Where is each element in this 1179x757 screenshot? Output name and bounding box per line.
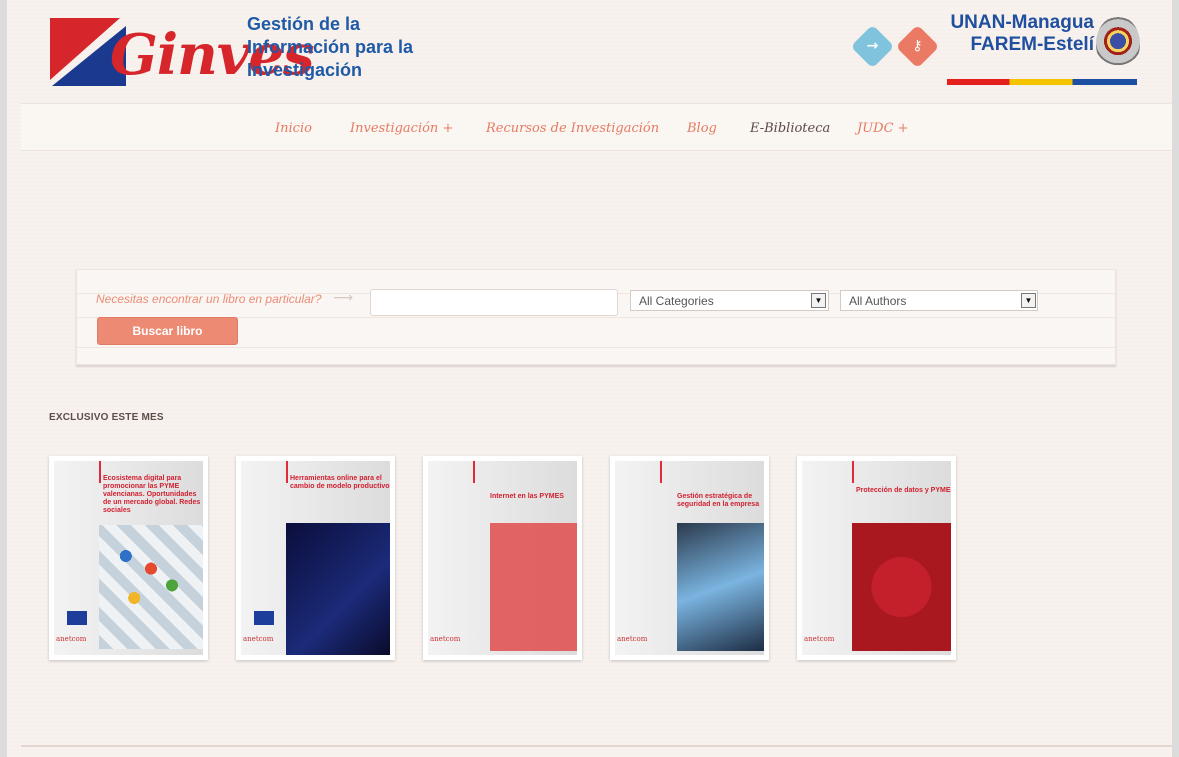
- ginves-logo[interactable]: Ginves: [50, 18, 315, 88]
- footer-divider: [21, 745, 1172, 747]
- nav-item-recursos[interactable]: Recursos de Investigación: [486, 121, 659, 136]
- cover-accent-line: [473, 461, 475, 483]
- book-card[interactable]: Protección de datos y PYMES anetcom: [797, 456, 956, 660]
- nav-item-e-biblioteca[interactable]: E-Biblioteca: [750, 121, 830, 136]
- categories-selected-value: All Categories: [639, 294, 714, 308]
- publisher-name: anetcom: [617, 635, 648, 643]
- cover-illustration: [677, 523, 764, 651]
- book-card[interactable]: Gestión estratégica de seguridad en la e…: [610, 456, 769, 660]
- login-button[interactable]: →: [850, 24, 895, 69]
- university-name[interactable]: UNAN-Managua FAREM-Estelí: [944, 12, 1094, 56]
- search-hint: Necesitas encontrar un libro en particul…: [96, 292, 322, 306]
- book-card[interactable]: Herramientas online para el cambio de mo…: [236, 456, 395, 660]
- cover-illustration: [286, 523, 390, 655]
- cover-accent-line: [852, 461, 854, 483]
- university-line-1: UNAN-Managua: [950, 12, 1094, 33]
- nicaragua-flag-bar: [947, 79, 1137, 85]
- window-right-border: [1172, 0, 1179, 757]
- arrow-right-icon: ⟶: [333, 289, 354, 305]
- chevron-down-icon[interactable]: ▼: [811, 293, 826, 308]
- cover-accent-line: [660, 461, 662, 483]
- authors-selected-value: All Authors: [849, 294, 907, 308]
- search-book-button[interactable]: Buscar libro: [97, 317, 238, 345]
- cover-illustration: [99, 525, 203, 649]
- book-title: Internet en las PYMES: [490, 493, 564, 500]
- nav-item-inicio[interactable]: Inicio: [275, 121, 312, 136]
- book-cover[interactable]: Ecosistema digital para promocionar las …: [54, 461, 203, 655]
- cover-illustration: [852, 523, 951, 651]
- nav-item-judc[interactable]: JUDC +: [857, 121, 909, 136]
- eu-flag-icon: [67, 611, 87, 625]
- publisher-name: anetcom: [56, 635, 87, 643]
- sign-in-icon: →: [866, 38, 879, 54]
- section-heading: EXCLUSIVO ESTE MES: [49, 412, 164, 423]
- book-card[interactable]: Internet en las PYMES anetcom: [423, 456, 582, 660]
- publisher-name: anetcom: [243, 635, 274, 643]
- book-card[interactable]: Ecosistema digital para promocionar las …: [49, 456, 208, 660]
- site-title-line-2: Información para la: [247, 37, 414, 57]
- search-button[interactable]: ⚷: [895, 24, 940, 69]
- university-line-2: FAREM-Estelí: [970, 34, 1094, 55]
- panel-divider: [77, 347, 1115, 348]
- cover-illustration: [490, 523, 577, 651]
- book-title: Gestión estratégica de seguridad en la e…: [677, 493, 760, 508]
- key-icon: ⚷: [912, 38, 923, 54]
- site-title-line-3: Investigación: [247, 60, 363, 80]
- eu-flag-icon: [254, 611, 274, 625]
- book-title: Protección de datos y PYMES: [856, 487, 951, 494]
- page-background: Ginves Gestión de la Información para la…: [7, 0, 1172, 757]
- book-cover[interactable]: Gestión estratégica de seguridad en la e…: [615, 461, 764, 655]
- publisher-name: anetcom: [430, 635, 461, 643]
- cover-accent-line: [99, 461, 101, 483]
- cover-accent-line: [286, 461, 288, 483]
- authors-select[interactable]: All Authors ▼: [840, 290, 1038, 311]
- site-title-line-1: Gestión de la: [247, 14, 361, 34]
- nav-item-investigacion[interactable]: Investigación +: [350, 121, 453, 136]
- site-title[interactable]: Gestión de la Información para la Invest…: [247, 13, 447, 82]
- publisher-name: anetcom: [804, 635, 835, 643]
- book-cover[interactable]: Protección de datos y PYMES anetcom: [802, 461, 951, 655]
- university-seal-icon: [1096, 16, 1140, 72]
- categories-select[interactable]: All Categories ▼: [630, 290, 829, 311]
- nav-item-blog[interactable]: Blog: [687, 121, 717, 136]
- book-search-input[interactable]: [370, 289, 618, 316]
- window-left-border: [0, 0, 7, 757]
- book-title: Herramientas online para el cambio de mo…: [290, 475, 390, 490]
- chevron-down-icon[interactable]: ▼: [1021, 293, 1036, 308]
- book-cover[interactable]: Herramientas online para el cambio de mo…: [241, 461, 390, 655]
- book-title: Ecosistema digital para promocionar las …: [103, 475, 201, 514]
- book-cover[interactable]: Internet en las PYMES anetcom: [428, 461, 577, 655]
